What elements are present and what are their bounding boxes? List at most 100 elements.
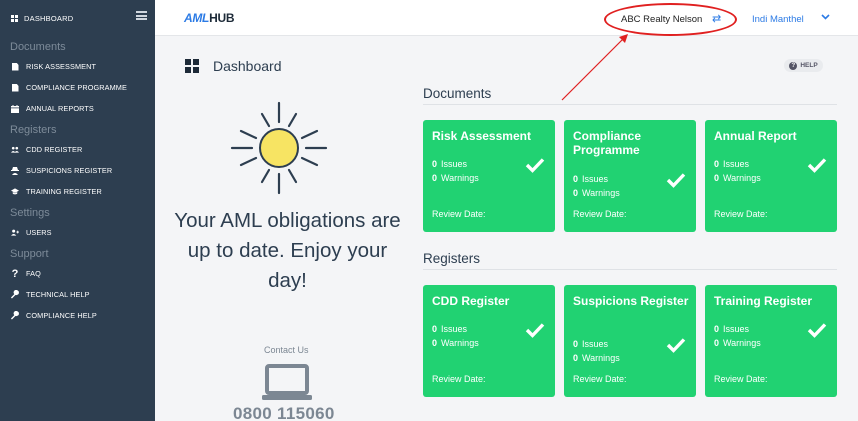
sidebar-item-label: TECHNICAL HELP: [26, 290, 90, 299]
card-stats: 0 Issues 0 Warnings: [714, 157, 761, 185]
sidebar: DASHBOARD Documents RISK ASSESSMENT COMP…: [0, 0, 155, 421]
sidebar-section-registers: Registers: [10, 124, 57, 136]
top-bar: AMLHUB ABC Realty Nelson ⇄ Indi Manthel: [155, 0, 858, 36]
sidebar-item-risk-assessment[interactable]: RISK ASSESSMENT: [0, 56, 155, 77]
card-title: Suspicions Register: [573, 294, 689, 308]
issues-count: 0: [432, 324, 438, 334]
card-risk-assessment[interactable]: Risk Assessment 0 Issues 0 Warnings Review…: [423, 120, 555, 232]
card-title: CDD Register: [432, 294, 510, 308]
page-title: Dashboard: [213, 58, 282, 74]
review-date: Review Date:: [573, 209, 627, 219]
review-date: Review Date:: [432, 374, 486, 384]
wrench-icon: [11, 290, 19, 299]
issues-count: 0: [432, 159, 438, 169]
help-button[interactable]: ? HELP: [784, 59, 823, 72]
card-stats: 0 Issues 0 Warnings: [573, 172, 620, 200]
document-icon: [11, 62, 19, 71]
check-icon: [666, 338, 686, 353]
graduation-cap-icon: [11, 188, 19, 196]
card-training-register[interactable]: Training Register 0 Issues 0 Warnings Revi…: [705, 285, 837, 397]
wrench-icon: [11, 311, 19, 320]
issues-count: 0: [714, 324, 720, 334]
review-date: Review Date:: [714, 374, 768, 384]
card-stats: 0 Issues 0 Warnings: [573, 337, 620, 365]
card-stats: 0 Issues 0 Warnings: [714, 322, 761, 350]
sidebar-section-settings: Settings: [10, 207, 50, 219]
check-icon: [807, 158, 827, 173]
card-title: Compliance Programme: [573, 129, 642, 157]
card-stats: 0 Issues 0 Warnings: [432, 157, 479, 185]
sidebar-item-label: TRAINING REGISTER: [26, 187, 102, 196]
warnings-label: Warnings: [723, 338, 761, 348]
sidebar-item-label: FAQ: [26, 269, 41, 278]
review-date: Review Date:: [573, 374, 627, 384]
users-icon: [11, 146, 19, 154]
card-suspicions-register[interactable]: Suspicions Register 0 Issues 0 Warnings Re…: [564, 285, 696, 397]
issues-label: Issues: [441, 324, 468, 334]
sidebar-item-label: COMPLIANCE HELP: [26, 311, 97, 320]
dashboard-icon: [185, 59, 199, 73]
divider: [423, 104, 837, 105]
user-menu[interactable]: Indi Manthel: [752, 14, 804, 25]
app-logo[interactable]: AMLHUB: [184, 11, 235, 25]
user-icon: [11, 229, 19, 237]
contact-phone[interactable]: 0800 115060: [233, 404, 335, 421]
logo-hub-text: HUB: [209, 11, 235, 25]
sidebar-item-label: RISK ASSESSMENT: [26, 62, 97, 71]
card-title: Risk Assessment: [432, 129, 531, 143]
laptop-icon: [262, 363, 312, 403]
warnings-label: Warnings: [582, 188, 620, 198]
hamburger-icon[interactable]: [136, 11, 147, 20]
check-icon: [525, 158, 545, 173]
grid-icon: [11, 14, 18, 22]
issues-label: Issues: [582, 174, 609, 184]
card-compliance-programme[interactable]: Compliance Programme 0 Issues 0 Warnings R…: [564, 120, 696, 232]
check-icon: [525, 323, 545, 338]
issues-label: Issues: [723, 159, 750, 169]
card-cdd-register[interactable]: CDD Register 0 Issues 0 Warnings Review Da…: [423, 285, 555, 397]
status-message: Your AML obligations are up to date. Enj…: [174, 209, 401, 292]
card-title: Training Register: [714, 294, 813, 308]
card-stats: 0 Issues 0 Warnings: [432, 322, 479, 350]
card-title: Annual Report: [714, 129, 797, 143]
warnings-count: 0: [573, 353, 579, 363]
check-icon: [666, 173, 686, 188]
warnings-count: 0: [432, 173, 438, 183]
sidebar-section-documents: Documents: [10, 41, 66, 53]
issues-label: Issues: [441, 159, 468, 169]
warnings-count: 0: [432, 338, 438, 348]
sidebar-item-label: DASHBOARD: [24, 13, 74, 23]
warnings-count: 0: [714, 173, 720, 183]
sun-icon: [224, 100, 334, 195]
chevron-down-icon[interactable]: [821, 12, 830, 23]
page-header: Dashboard: [185, 58, 282, 74]
issues-count: 0: [714, 159, 720, 169]
card-annual-report[interactable]: Annual Report 0 Issues 0 Warnings Review D…: [705, 120, 837, 232]
spy-icon: [11, 166, 19, 175]
sidebar-item-users[interactable]: USERS: [0, 222, 155, 243]
calendar-icon: [11, 104, 19, 113]
sidebar-item-compliance-help[interactable]: COMPLIANCE HELP: [0, 305, 155, 326]
divider: [423, 269, 837, 270]
sidebar-item-label: COMPLIANCE PROGRAMME: [26, 83, 127, 92]
sidebar-item-suspicions-register[interactable]: SUSPICIONS REGISTER: [0, 160, 155, 181]
document-icon: [11, 83, 19, 92]
warnings-label: Warnings: [723, 173, 761, 183]
sidebar-item-label: CDD REGISTER: [26, 145, 83, 154]
sidebar-item-annual-reports[interactable]: ANNUAL REPORTS: [0, 98, 155, 119]
issues-label: Issues: [582, 339, 609, 349]
sidebar-item-compliance-programme[interactable]: COMPLIANCE PROGRAMME: [0, 77, 155, 98]
issues-count: 0: [573, 174, 579, 184]
sidebar-item-dashboard[interactable]: DASHBOARD: [0, 0, 155, 36]
sidebar-item-label: ANNUAL REPORTS: [26, 104, 94, 113]
sidebar-item-faq[interactable]: ? FAQ: [0, 263, 155, 284]
sidebar-item-cdd-register[interactable]: CDD REGISTER: [0, 139, 155, 160]
contact-label: Contact Us: [264, 345, 309, 355]
sidebar-item-technical-help[interactable]: TECHNICAL HELP: [0, 284, 155, 305]
sidebar-item-label: SUSPICIONS REGISTER: [26, 166, 113, 175]
warnings-label: Warnings: [582, 353, 620, 363]
registers-heading: Registers: [423, 251, 481, 266]
review-date: Review Date:: [714, 209, 768, 219]
sidebar-item-training-register[interactable]: TRAINING REGISTER: [0, 181, 155, 202]
warnings-count: 0: [573, 188, 579, 198]
